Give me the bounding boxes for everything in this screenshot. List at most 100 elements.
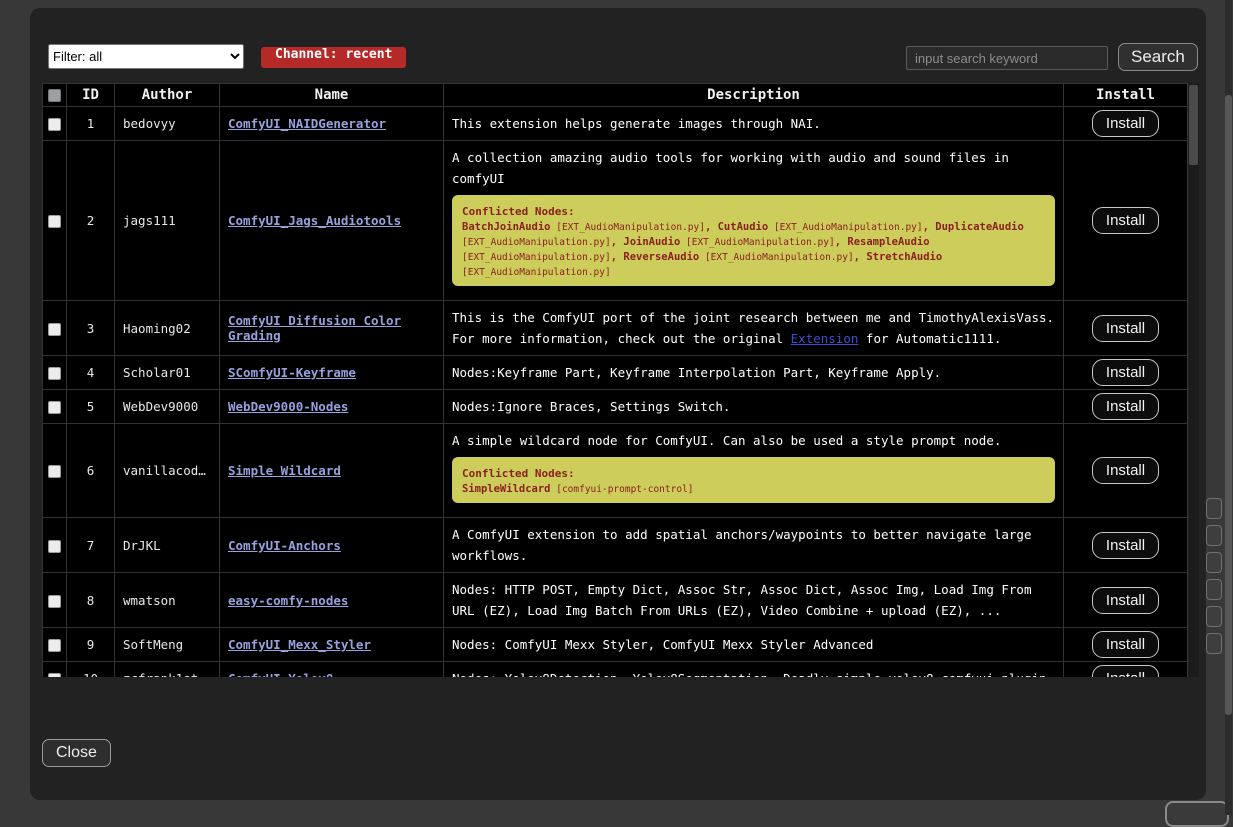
row-install-cell: Install: [1064, 356, 1188, 390]
table-row: 4Scholar01SComfyUI-KeyframeNodes:Keyfram…: [43, 356, 1188, 390]
install-button[interactable]: Install: [1092, 315, 1159, 342]
row-checkbox[interactable]: [48, 540, 61, 553]
install-button[interactable]: Install: [1092, 631, 1159, 658]
node-name-link[interactable]: WebDev9000-Nodes: [228, 399, 348, 414]
row-description: Nodes: ComfyUI Mexx Styler, ComfyUI Mexx…: [444, 628, 1064, 662]
install-button[interactable]: Install: [1092, 665, 1159, 677]
node-name-link[interactable]: ComfyUI_Jags_Audiotools: [228, 213, 401, 228]
row-id: 9: [67, 628, 115, 662]
node-name-link[interactable]: ComfyUI_NAIDGenerator: [228, 116, 386, 131]
page-scrollbar[interactable]: [1225, 0, 1232, 815]
row-author: Scholar01: [115, 356, 220, 390]
table-row: 5WebDev9000WebDev9000-NodesNodes:Ignore …: [43, 390, 1188, 424]
filter-select[interactable]: Filter: all: [48, 44, 244, 69]
node-name-link[interactable]: SComfyUI-Keyframe: [228, 365, 356, 380]
description-text: Nodes: ComfyUI Mexx Styler, ComfyUI Mexx…: [452, 634, 1055, 655]
row-description: A ComfyUI extension to add spatial ancho…: [444, 518, 1064, 573]
row-author: vanillacode314: [115, 424, 220, 518]
row-select-cell: [43, 141, 67, 301]
row-description: This is the ComfyUI port of the joint re…: [444, 301, 1064, 356]
row-select-cell: [43, 356, 67, 390]
install-button[interactable]: Install: [1092, 393, 1159, 420]
table-scrollbar-thumb[interactable]: [1189, 85, 1198, 165]
row-name-cell: ComfyUI_Jags_Audiotools: [220, 141, 444, 301]
row-checkbox[interactable]: [48, 118, 61, 131]
row-author: jags111: [115, 141, 220, 301]
row-install-cell: Install: [1064, 573, 1188, 628]
row-id: 6: [67, 424, 115, 518]
install-button[interactable]: Install: [1092, 359, 1159, 386]
table-row: 2jags111ComfyUI_Jags_AudiotoolsA collect…: [43, 141, 1188, 301]
row-checkbox[interactable]: [48, 465, 61, 478]
row-description: A collection amazing audio tools for wor…: [444, 141, 1064, 301]
node-name-link[interactable]: ComfyUI Diffusion Color Grading: [228, 313, 401, 343]
conflict-node-source: [EXT_AudioManipulation.py]: [462, 267, 611, 278]
conflict-node-name: BatchJoinAudio: [462, 221, 551, 233]
row-description: Nodes: HTTP POST, Empty Dict, Assoc Str,…: [444, 573, 1064, 628]
row-id: 1: [67, 107, 115, 141]
background-menu-fragment: [1206, 633, 1222, 654]
row-description: Nodes:Ignore Braces, Settings Switch.: [444, 390, 1064, 424]
conflict-node-name: StretchAudio: [866, 251, 942, 263]
conflict-separator: ,: [923, 221, 936, 233]
page-scrollbar-thumb[interactable]: [1225, 95, 1232, 715]
row-name-cell: ComfyUI Diffusion Color Grading: [220, 301, 444, 356]
row-select-cell: [43, 628, 67, 662]
row-checkbox[interactable]: [48, 323, 61, 336]
row-name-cell: WebDev9000-Nodes: [220, 390, 444, 424]
row-checkbox[interactable]: [48, 367, 61, 380]
row-checkbox[interactable]: [48, 401, 61, 414]
header-id: ID: [67, 84, 115, 107]
conflict-separator: ,: [835, 236, 848, 248]
channel-badge: Channel: recent: [261, 47, 406, 68]
row-description: This extension helps generate images thr…: [444, 107, 1064, 141]
search-button[interactable]: Search: [1118, 43, 1198, 71]
row-author: Haoming02: [115, 301, 220, 356]
install-button[interactable]: Install: [1092, 457, 1159, 484]
row-author: WebDev9000: [115, 390, 220, 424]
conflict-node-source: [EXT_AudioManipulation.py]: [462, 252, 611, 263]
conflict-node-name: SimpleWildcard: [462, 483, 551, 495]
conflict-node-source: [EXT_AudioManipulation.py]: [699, 252, 853, 263]
install-button[interactable]: Install: [1092, 207, 1159, 234]
close-button[interactable]: Close: [42, 739, 111, 767]
search-input[interactable]: [906, 46, 1108, 70]
row-install-cell: Install: [1064, 424, 1188, 518]
select-all-header-cell: [43, 84, 67, 107]
row-install-cell: Install: [1064, 107, 1188, 141]
conflict-separator: ,: [611, 236, 624, 248]
row-checkbox[interactable]: [48, 639, 61, 652]
row-checkbox[interactable]: [48, 595, 61, 608]
conflict-node-source: [EXT_AudioManipulation.py]: [680, 237, 834, 248]
install-button[interactable]: Install: [1092, 587, 1159, 614]
node-name-link[interactable]: Simple Wildcard: [228, 463, 341, 478]
row-install-cell: Install: [1064, 141, 1188, 301]
description-text: This is the ComfyUI port of the joint re…: [452, 307, 1055, 349]
row-select-cell: [43, 518, 67, 573]
row-checkbox[interactable]: [48, 215, 61, 228]
install-button[interactable]: Install: [1092, 110, 1159, 137]
background-menu-fragment: [1206, 525, 1222, 546]
install-button[interactable]: Install: [1092, 532, 1159, 559]
table-row: 7DrJKLComfyUI-AnchorsA ComfyUI extension…: [43, 518, 1188, 573]
row-id: 7: [67, 518, 115, 573]
row-description: A simple wildcard node for ComfyUI. Can …: [444, 424, 1064, 518]
conflict-node-name: ResampleAudio: [847, 236, 929, 248]
row-checkbox[interactable]: [48, 673, 61, 677]
description-link[interactable]: Extension: [791, 331, 859, 346]
node-name-link[interactable]: ComfyUI_Mexx_Styler: [228, 637, 371, 652]
node-name-link[interactable]: ComfyUI-Anchors: [228, 538, 341, 553]
node-name-link[interactable]: ComfyUI Yolov8: [228, 671, 333, 677]
select-all-checkbox[interactable]: [48, 89, 61, 102]
row-description: Nodes:Keyframe Part, Keyframe Interpolat…: [444, 356, 1064, 390]
custom-nodes-table-viewport: ID Author Name Description Install 1bedo…: [42, 83, 1199, 677]
row-select-cell: [43, 301, 67, 356]
row-install-cell: Install: [1064, 518, 1188, 573]
conflict-title: Conflicted Nodes:: [462, 467, 575, 480]
header-author: Author: [115, 84, 220, 107]
row-install-cell: Install: [1064, 390, 1188, 424]
row-install-cell: Install: [1064, 301, 1188, 356]
row-name-cell: easy-comfy-nodes: [220, 573, 444, 628]
table-scrollbar[interactable]: [1187, 83, 1199, 677]
node-name-link[interactable]: easy-comfy-nodes: [228, 593, 348, 608]
